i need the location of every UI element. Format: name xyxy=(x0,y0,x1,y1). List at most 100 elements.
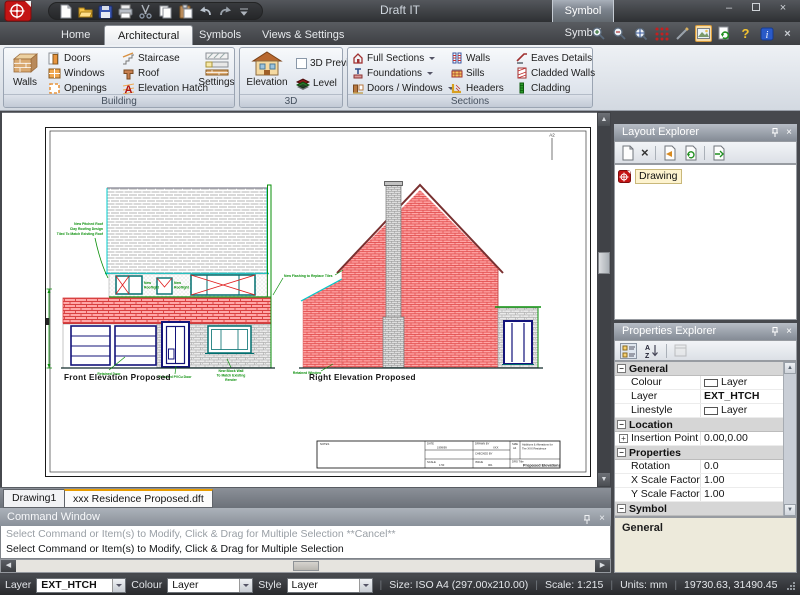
export-layout-icon[interactable] xyxy=(711,145,726,161)
property-row[interactable]: X Scale Factor1.00 xyxy=(615,474,796,488)
scroll-right-icon[interactable]: ▶ xyxy=(595,560,610,572)
full-sections-button[interactable]: Full Sections xyxy=(352,51,435,65)
paste-icon[interactable] xyxy=(178,4,193,19)
close-button[interactable]: × xyxy=(776,2,790,14)
zoom-out-icon[interactable] xyxy=(611,25,628,42)
horizontal-scroll-thumb[interactable] xyxy=(293,561,319,571)
new-icon[interactable] xyxy=(58,4,73,19)
staircase-button[interactable]: Staircase xyxy=(122,51,180,65)
style-combo[interactable]: Layer xyxy=(287,578,373,593)
save-icon[interactable] xyxy=(98,4,113,19)
layer-combo[interactable]: EXT_HTCH xyxy=(36,578,126,593)
sort-az-icon[interactable]: AZ xyxy=(643,343,660,359)
vertical-scroll-thumb[interactable] xyxy=(598,252,610,274)
redo-icon[interactable] xyxy=(218,4,233,19)
pin-icon[interactable] xyxy=(771,127,779,138)
pin-icon[interactable] xyxy=(771,326,779,337)
close-properties-explorer-icon[interactable]: × xyxy=(786,323,792,340)
chevron-down-icon[interactable] xyxy=(359,579,372,592)
drawing-sheet[interactable]: A2 xyxy=(45,127,591,477)
cut-icon[interactable] xyxy=(138,4,153,19)
undo-icon[interactable] xyxy=(198,4,213,19)
openings-button[interactable]: Openings xyxy=(48,81,107,95)
chevron-down-icon[interactable] xyxy=(112,579,125,592)
cladding-button[interactable]: Cladding xyxy=(516,81,570,95)
property-group[interactable]: −Location xyxy=(615,418,796,432)
walls-button[interactable]: Walls xyxy=(5,49,45,88)
image-preview-icon[interactable] xyxy=(695,25,712,42)
property-group[interactable]: −Symbol xyxy=(615,502,796,516)
zoom-extents-icon[interactable] xyxy=(632,25,649,42)
help-icon[interactable]: ? xyxy=(737,25,754,42)
close-layout-explorer-icon[interactable]: × xyxy=(786,124,792,141)
expand-icon[interactable]: + xyxy=(619,434,628,443)
tab-symbols[interactable]: Symbols xyxy=(186,25,254,45)
categorized-view-icon[interactable] xyxy=(620,343,637,359)
colour-swatch[interactable] xyxy=(704,379,718,387)
maximize-button[interactable] xyxy=(749,2,763,14)
settings-button[interactable]: Settings xyxy=(198,49,235,88)
minimize-button[interactable]: – xyxy=(722,2,736,14)
cladded-walls-button[interactable]: Cladded Walls xyxy=(516,66,595,80)
headers-button[interactable]: Headers xyxy=(451,81,504,95)
delete-layout-icon[interactable]: × xyxy=(641,145,649,160)
roof-button[interactable]: Roof xyxy=(122,66,159,80)
drawing-canvas[interactable]: A2 xyxy=(2,112,597,487)
new-layout-icon[interactable] xyxy=(620,145,635,161)
zoom-in-icon[interactable] xyxy=(590,25,607,42)
elevation-button[interactable]: Elevation xyxy=(242,49,292,88)
property-group[interactable]: −General xyxy=(615,362,796,376)
scroll-down-icon[interactable]: ▼ xyxy=(784,504,796,516)
open-icon[interactable] xyxy=(78,4,93,19)
print-icon[interactable] xyxy=(118,4,133,19)
doc-tab-drawing1[interactable]: Drawing1 xyxy=(3,489,65,508)
copy-icon[interactable] xyxy=(158,4,173,19)
app-logo-icon[interactable] xyxy=(3,0,35,22)
draw-icon[interactable] xyxy=(674,25,691,42)
close-panel-icon[interactable]: × xyxy=(779,25,796,42)
property-row[interactable]: ColourLayer xyxy=(615,376,796,390)
tab-home[interactable]: Home xyxy=(48,25,103,45)
eaves-details-button[interactable]: Eaves Details xyxy=(516,51,592,65)
info-icon[interactable]: i xyxy=(758,25,775,42)
property-row[interactable]: Rotation0.0 xyxy=(615,460,796,474)
vertical-scrollbar[interactable]: ▲ ▼ xyxy=(597,112,611,487)
properties-explorer-titlebar[interactable]: Properties Explorer × xyxy=(614,323,797,340)
command-history[interactable]: Select Command or Item(s) to Modify, Cli… xyxy=(0,526,611,559)
import-layout-icon[interactable] xyxy=(662,145,677,161)
doc-tab-residence[interactable]: xxx Residence Proposed.dft xyxy=(64,489,213,508)
tab-architectural[interactable]: Architectural xyxy=(104,25,193,45)
tab-views-settings[interactable]: Views & Settings xyxy=(249,25,357,45)
doors-button[interactable]: Doors xyxy=(48,51,91,65)
windows-button[interactable]: Windows xyxy=(48,66,105,80)
command-horizontal-scrollbar[interactable]: ◀ ▶ xyxy=(0,559,611,573)
level-button[interactable]: Level xyxy=(296,76,337,90)
properties-scrollbar[interactable]: ▲ ▼ xyxy=(783,362,796,516)
command-window-titlebar[interactable]: Command Window × xyxy=(0,508,611,526)
chevron-down-icon[interactable] xyxy=(239,579,252,592)
snap-grid-icon[interactable] xyxy=(653,25,670,42)
layout-explorer-titlebar[interactable]: Layout Explorer × xyxy=(614,124,797,141)
linestyle-swatch[interactable] xyxy=(704,407,718,415)
resize-grip[interactable] xyxy=(786,581,795,590)
layout-item-drawing[interactable]: Drawing xyxy=(615,165,796,188)
elevation-hatch-button[interactable]: AElevation Hatch xyxy=(122,81,208,95)
3d-preview-checkbox[interactable] xyxy=(296,58,307,69)
toolbar-options-icon[interactable] xyxy=(238,4,253,19)
sills-button[interactable]: Sills xyxy=(451,66,484,80)
scroll-up-icon[interactable]: ▲ xyxy=(598,113,610,126)
scroll-left-icon[interactable]: ◀ xyxy=(1,560,16,572)
colour-combo[interactable]: Layer xyxy=(167,578,253,593)
reload-layout-icon[interactable] xyxy=(683,145,698,161)
section-walls-button[interactable]: Walls xyxy=(451,51,490,65)
scroll-down-icon[interactable]: ▼ xyxy=(598,473,610,486)
refresh-icon[interactable] xyxy=(716,25,733,42)
pin-icon[interactable] xyxy=(583,514,591,525)
doors-windows-button[interactable]: Doors / Windows xyxy=(352,81,454,95)
property-row[interactable]: Y Scale Factor1.00 xyxy=(615,488,796,502)
scroll-up-icon[interactable]: ▲ xyxy=(784,362,796,374)
property-row[interactable]: LayerEXT_HTCH xyxy=(615,390,796,404)
property-group[interactable]: −Properties xyxy=(615,446,796,460)
foundations-button[interactable]: Foundations xyxy=(352,66,433,80)
property-pages-icon[interactable] xyxy=(673,343,689,358)
